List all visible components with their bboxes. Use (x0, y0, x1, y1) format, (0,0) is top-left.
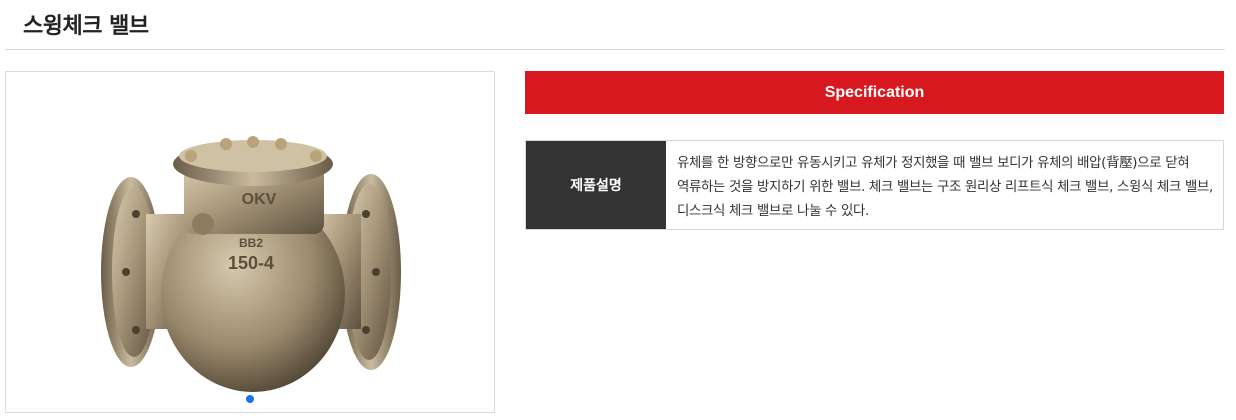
page-header: 스윙체크 밸브 (0, 0, 1236, 50)
slider-dots (6, 388, 494, 403)
header-divider (5, 49, 1225, 50)
valve-model-marking: BB2 (239, 236, 263, 250)
slider-dot-1[interactable] (246, 395, 254, 403)
spec-label-product-description: 제품설명 (526, 141, 666, 229)
swing-check-valve-photo: OKV BB2 150-4 (101, 136, 401, 392)
page-title: 스윙체크 밸브 (23, 14, 149, 39)
spec-value-product-description: 유체를 한 방향으로만 유동시키고 유체가 정지했을 때 밸브 보디가 유체의 … (677, 156, 1214, 219)
valve-rating-marking: 150-4 (228, 253, 274, 273)
product-gallery: OKV BB2 150-4 (5, 71, 495, 413)
valve-brand-marking: OKV (242, 191, 277, 208)
specification-header: Specification (525, 71, 1224, 114)
spec-table: 제품설명 유체를 한 방향으로만 유동시키고 유체가 정지했을 때 밸브 보디가… (525, 140, 1224, 230)
